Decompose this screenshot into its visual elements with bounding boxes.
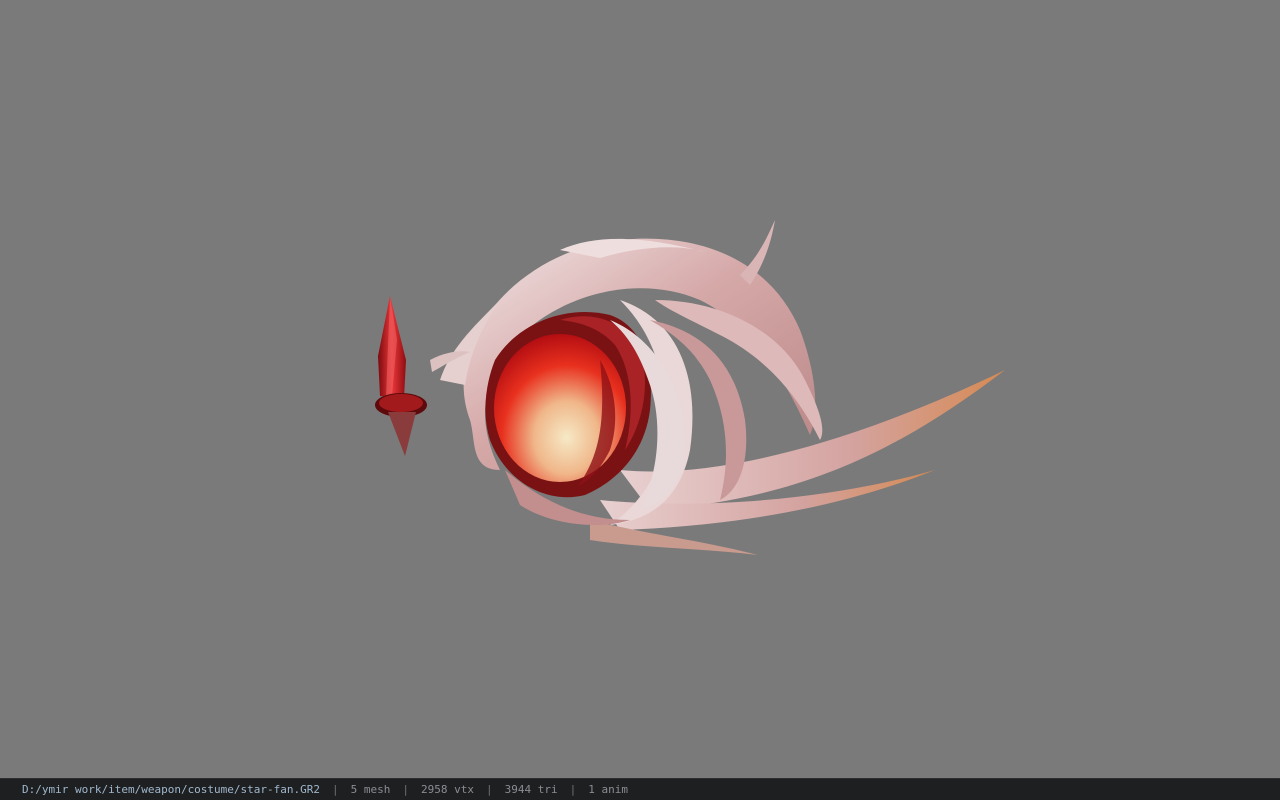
crystal-spike [375,296,427,456]
separator: | [332,783,339,796]
model-preview [375,220,1005,555]
animation-count-label: 1 anim [588,783,628,796]
vertex-count-label: 2958 vtx [421,783,474,796]
separator: | [402,783,410,796]
separator: | [486,783,493,796]
status-bar: D:/ymir work/item/weapon/costume/star-fa… [0,778,1280,800]
file-path-label: D:/ymir work/item/weapon/costume/star-fa… [22,783,321,796]
3d-viewport[interactable] [0,0,1280,778]
triangle-count-label: 3944 tri [504,783,558,796]
separator: | [569,783,577,796]
mesh-count-label: 5 mesh [350,783,391,796]
